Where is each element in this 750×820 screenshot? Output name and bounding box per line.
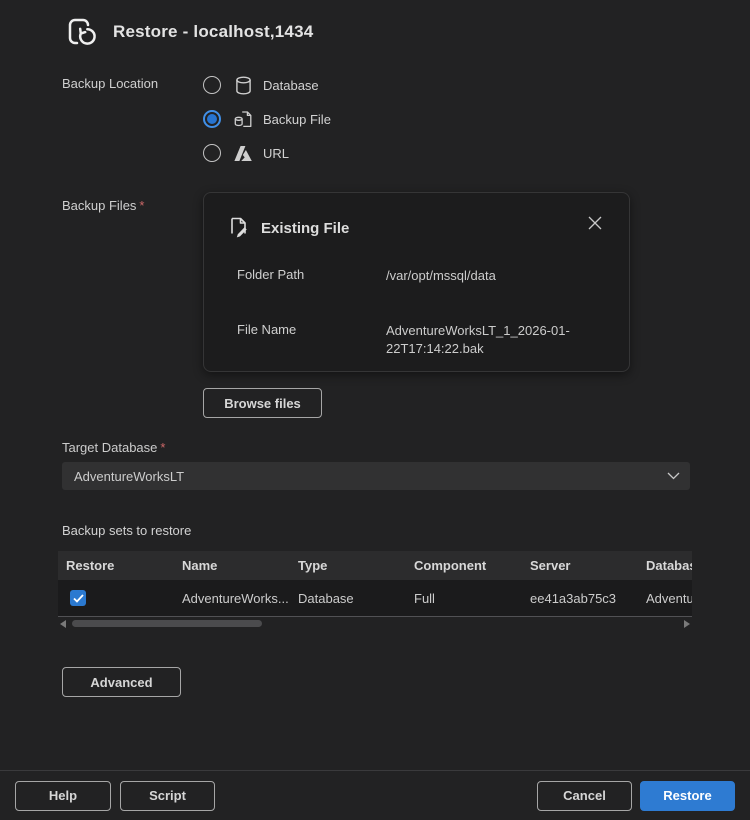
required-asterisk: * (139, 198, 144, 213)
horizontal-scrollbar[interactable] (58, 616, 692, 629)
col-type: Type (290, 558, 406, 573)
server-cell: ee41a3ab75c3 (522, 591, 638, 606)
col-server: Server (522, 558, 638, 573)
name-cell: AdventureWorks... (174, 591, 290, 606)
col-component: Component (406, 558, 522, 573)
required-asterisk: * (160, 440, 165, 455)
backup-files-label: Backup Files* (62, 192, 203, 418)
backup-files-area: Existing File Folder Path /var/opt/mssql… (203, 192, 630, 418)
radio-label: URL (263, 146, 289, 161)
dialog-footer: Help Script Cancel Restore (0, 770, 750, 820)
table-row[interactable]: AdventureWorks... Database Full ee41a3ab… (58, 580, 692, 616)
chevron-down-icon (667, 472, 680, 480)
restore-button[interactable]: Restore (640, 781, 735, 811)
close-icon[interactable] (587, 215, 603, 231)
help-button[interactable]: Help (15, 781, 111, 811)
cancel-button[interactable]: Cancel (537, 781, 632, 811)
backup-location-radio-group: Database Backup File (203, 68, 331, 170)
col-database: Database (638, 558, 692, 573)
azure-icon (232, 145, 254, 162)
radio-option-url[interactable]: URL (203, 136, 331, 170)
footer-left-buttons: Help Script (15, 781, 215, 811)
database-cell: Adventu (638, 591, 692, 606)
dialog-header: Restore - localhost,1434 (0, 0, 750, 52)
backup-sets-section: Backup sets to restore Restore Name Type… (62, 523, 750, 629)
browse-files-button[interactable]: Browse files (203, 388, 322, 418)
backup-location-row: Backup Location Database (62, 68, 750, 170)
target-database-dropdown[interactable]: AdventureWorksLT (62, 462, 690, 490)
advanced-button[interactable]: Advanced (62, 667, 181, 697)
col-restore: Restore (58, 558, 174, 573)
restore-checkbox-checked[interactable] (70, 590, 86, 606)
folder-path-value: /var/opt/mssql/data (386, 267, 581, 285)
folder-path-label: Folder Path (237, 267, 386, 285)
folder-path-field: Folder Path /var/opt/mssql/data (237, 267, 605, 285)
existing-file-card: Existing File Folder Path /var/opt/mssql… (203, 192, 630, 372)
file-name-value: AdventureWorksLT_1_2026-01-22T17:14:22.b… (386, 322, 581, 358)
file-edit-icon (228, 217, 249, 240)
page-title: Restore - localhost,1434 (113, 22, 313, 42)
restore-dialog: Restore - localhost,1434 Backup Location… (0, 0, 750, 820)
existing-file-card-header: Existing File (228, 193, 605, 240)
backup-files-row: Backup Files* Existing File (62, 192, 750, 418)
scrollbar-thumb[interactable] (72, 620, 262, 627)
restore-database-icon (60, 12, 100, 52)
radio-button[interactable] (203, 144, 221, 162)
type-cell: Database (290, 591, 406, 606)
backup-sets-title: Backup sets to restore (62, 523, 750, 538)
component-cell: Full (406, 591, 522, 606)
footer-right-buttons: Cancel Restore (537, 781, 735, 811)
scroll-left-arrow-icon[interactable] (60, 620, 66, 628)
scroll-right-arrow-icon[interactable] (684, 620, 690, 628)
script-button[interactable]: Script (120, 781, 215, 811)
radio-option-database[interactable]: Database (203, 68, 331, 102)
radio-label: Database (263, 78, 319, 93)
target-database-label: Target Database* (62, 440, 750, 455)
radio-option-backup-file[interactable]: Backup File (203, 102, 331, 136)
col-name: Name (174, 558, 290, 573)
backup-sets-table: Restore Name Type Component Server Datab… (58, 551, 692, 616)
radio-button-selected[interactable] (203, 110, 221, 128)
database-icon (232, 76, 254, 95)
radio-button[interactable] (203, 76, 221, 94)
target-database-section: Target Database* AdventureWorksLT (62, 440, 750, 490)
restore-cell (58, 590, 174, 606)
backup-file-icon (232, 110, 254, 129)
target-database-value: AdventureWorksLT (74, 469, 667, 484)
existing-file-title: Existing File (261, 220, 349, 237)
radio-label: Backup File (263, 112, 331, 127)
file-name-label: File Name (237, 322, 386, 358)
file-name-field: File Name AdventureWorksLT_1_2026-01-22T… (237, 322, 605, 358)
table-header-row: Restore Name Type Component Server Datab… (58, 551, 692, 580)
backup-location-label: Backup Location (62, 68, 203, 170)
